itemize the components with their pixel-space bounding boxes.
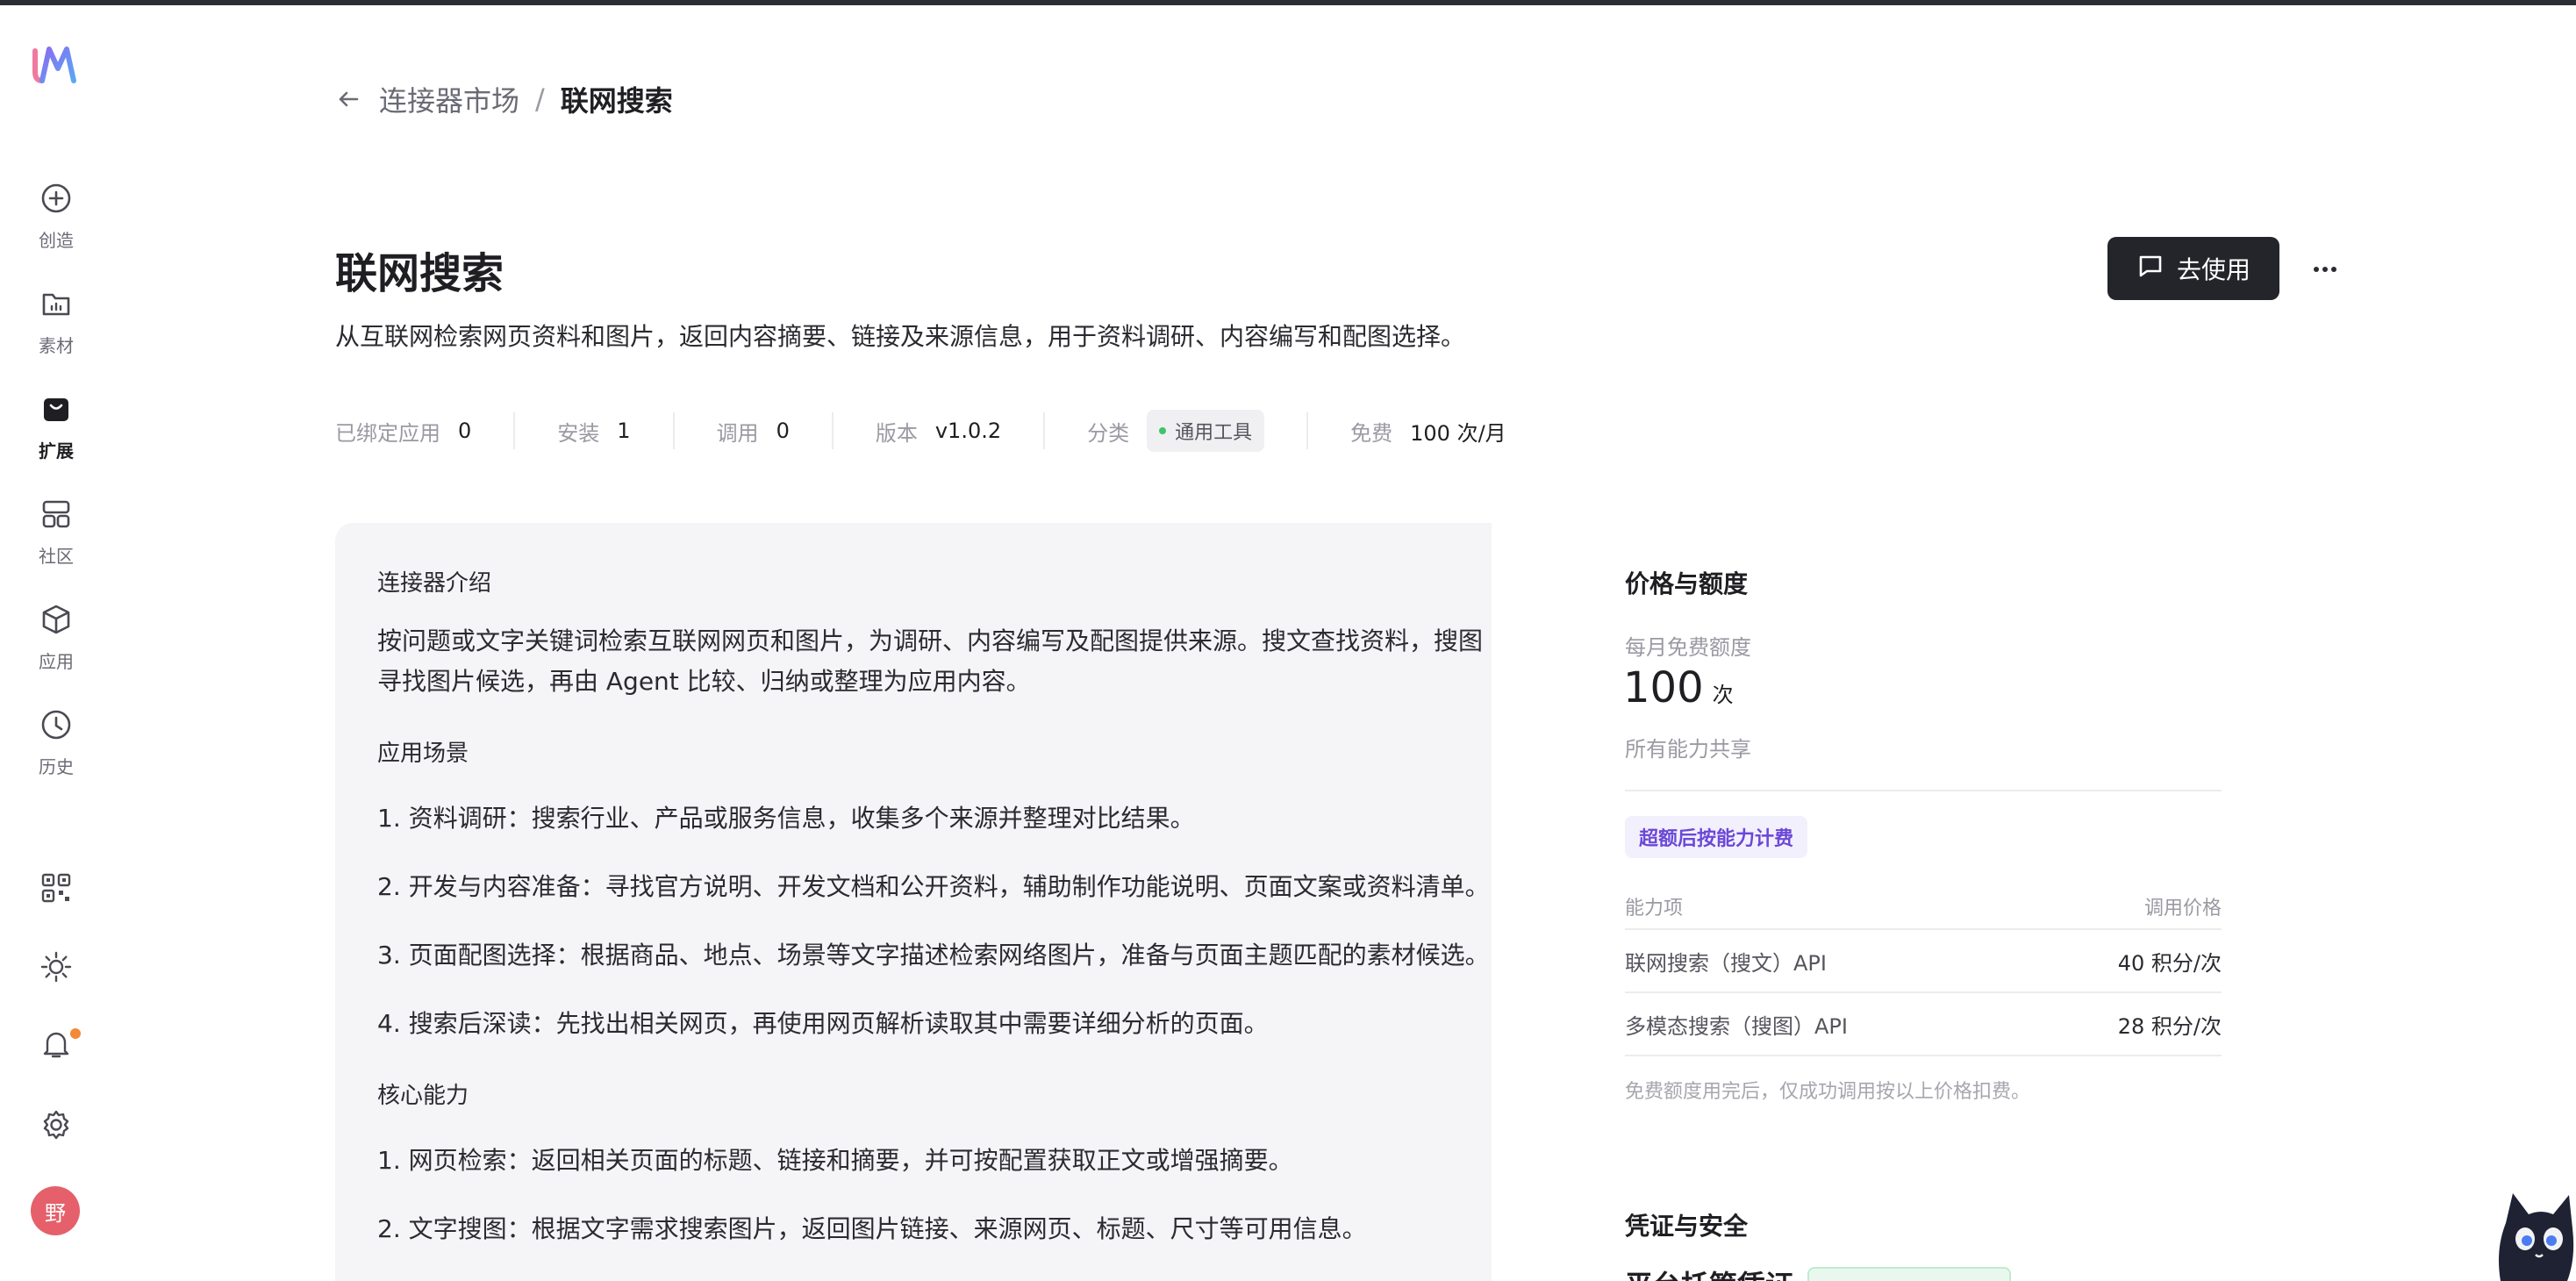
breadcrumb-separator: / [535,82,545,116]
folder-icon [37,284,75,323]
stat-value: v1.0.2 [934,419,1002,443]
breadcrumb: 连接器市场 / 联网搜索 [333,77,673,121]
security-title: 凭证与安全 [1625,1212,1749,1241]
scenarios-heading: 应用场景 [377,741,469,767]
connector-stats: 已绑定应用 0 安装 1 调用 0 版本 v1.0.2 分类 通用工具 免费 1… [335,409,1591,453]
divider [1625,790,2222,791]
sidebar-item-community[interactable]: 社区 [0,495,112,583]
stat-calls: 调用 0 [717,412,834,449]
scenario-item: 4. 搜索后深读：先找出相关网页，再使用网页解析读取其中需要详细分析的页面。 [377,1009,1269,1038]
more-horizontal-icon [2312,261,2338,277]
core-item: 1. 网页检索：返回相关页面的标题、链接和摘要，并可按配置获取正文或增强摘要。 [377,1146,1293,1175]
breadcrumb-parent-link[interactable]: 连接器市场 [379,79,519,119]
capability-price: 40 积分/次 [2117,950,2222,976]
stat-label: 版本 [875,420,918,446]
sidebar-item-label: 素材 [39,335,74,356]
capability-name: 联网搜索（搜文）API [1625,950,1827,976]
sidebar-item-create[interactable]: 创造 [0,179,112,267]
bell-icon [39,1027,73,1064]
sidebar-item-materials[interactable]: 素材 [0,284,112,372]
bag-icon [37,390,75,428]
pricing-title: 价格与额度 [1625,569,1749,598]
chat-icon [2136,252,2165,286]
gear-icon [39,1108,73,1145]
intro-paragraph-line-1: 按问题或文字关键词检索互联网网页和图片，为调研、内容编写及配图提供来源。搜文查找… [377,626,1484,655]
stat-label: 安装 [557,420,600,446]
pricing-table: 能力项 调用价格 联网搜索（搜文）API 40 积分/次 多模态搜索（搜图）AP… [1625,884,2222,1056]
qr-code-button[interactable] [33,867,79,912]
grid-icon [37,495,75,533]
cube-icon [37,600,75,639]
sidebar-item-label: 扩展 [39,440,74,462]
sidebar-item-label: 创造 [39,230,74,251]
sun-icon [39,950,73,987]
overage-badge: 超额后按能力计费 [1625,816,1808,858]
category-status-dot [1159,427,1167,434]
intro-heading: 连接器介绍 [377,570,492,597]
back-arrow-icon[interactable] [333,84,363,114]
free-quota-number: 100 [1623,663,1704,712]
notification-dot [70,1028,81,1039]
scenario-item: 2. 开发与内容准备：寻找官方说明、开发文档和公开资料，辅助制作功能说明、页面文… [377,872,1490,901]
avatar[interactable]: 野 [31,1186,80,1235]
free-quota-label: 每月免费额度 [1625,635,1751,660]
capability-price: 28 积分/次 [2117,1013,2222,1039]
sidebar-item-label: 应用 [39,651,74,672]
stat-label: 分类 [1087,420,1130,446]
table-row: 联网搜索（搜文）API 40 积分/次 [1625,930,2222,993]
app-logo[interactable] [28,37,84,93]
stat-value: 100 次/月 [1410,420,1506,446]
stat-value: 0 [776,419,790,443]
free-quota-unit: 次 [1712,683,1734,707]
qr-code-icon [39,871,73,908]
security-status-badge [1807,1267,2011,1281]
page-description: 从互联网检索网页资料和图片，返回内容摘要、链接及来源信息，用于资料调研、内容编写… [335,322,1466,351]
window-top-bar [0,0,2576,5]
stat-version: 版本 v1.0.2 [875,412,1046,449]
stat-label: 免费 [1350,420,1393,446]
column-header-capability: 能力项 [1625,898,1684,920]
sidebar-item-extensions[interactable]: 扩展 [0,390,112,477]
clock-icon [37,705,75,744]
stat-label: 已绑定应用 [335,420,440,446]
stat-value: 0 [458,419,472,443]
scenario-item: 1. 资料调研：搜索行业、产品或服务信息，收集多个来源并整理对比结果。 [377,804,1195,833]
use-connector-button[interactable]: 去使用 [2107,237,2279,300]
intro-paragraph-line-2: 寻找图片候选，再由 Agent 比较、归纳或整理为应用内容。 [377,667,1031,696]
sidebar: 创造 素材 扩展 社区 应用 历史 野 [0,5,112,1281]
theme-toggle-button[interactable] [33,946,79,991]
free-quota-value: 100 次 [1623,663,1734,712]
plus-circle-icon [37,179,75,218]
stat-installs: 安装 1 [557,412,675,449]
stat-free-quota: 免费 100 次/月 [1350,412,1549,449]
sidebar-item-apps[interactable]: 应用 [0,600,112,688]
category-badge-label: 通用工具 [1175,422,1253,444]
mascot-cat-image[interactable] [2488,1188,2576,1281]
page-title: 联网搜索 [335,249,504,298]
core-item: 2. 文字搜图：根据文字需求搜索图片，返回图片链接、来源网页、标题、尺寸等可用信… [377,1214,1367,1243]
pricing-footnote: 免费额度用完后，仅成功调用按以上价格扣费。 [1625,1081,2031,1103]
more-options-button[interactable] [2308,251,2343,286]
stat-value: 1 [617,419,631,443]
sidebar-item-label: 历史 [39,756,74,777]
column-header-price: 调用价格 [2143,898,2222,920]
settings-button[interactable] [33,1104,79,1149]
stat-bound-apps: 已绑定应用 0 [335,412,516,449]
sidebar-item-label: 社区 [39,546,74,567]
use-button-label: 去使用 [2176,255,2250,284]
stat-label: 调用 [716,420,759,446]
breadcrumb-current: 联网搜索 [560,84,673,118]
category-badge[interactable]: 通用工具 [1147,410,1265,452]
stat-category: 分类 通用工具 [1087,410,1309,452]
security-subtitle: 平台托管凭证 [1625,1263,1793,1281]
table-row: 多模态搜索（搜图）API 28 积分/次 [1625,993,2222,1056]
core-heading: 核心能力 [377,1083,469,1109]
pricing-table-header: 能力项 调用价格 [1625,884,2222,930]
scenario-item: 3. 页面配图选择：根据商品、地点、场景等文字描述检索网络图片，准备与页面主题匹… [377,941,1490,970]
connector-intro-panel: 连接器介绍 按问题或文字关键词检索互联网网页和图片，为调研、内容编写及配图提供来… [335,523,1492,1281]
capability-name: 多模态搜索（搜图）API [1625,1013,1848,1039]
sidebar-item-history[interactable]: 历史 [0,705,112,793]
free-quota-shared-note: 所有能力共享 [1625,737,1751,762]
